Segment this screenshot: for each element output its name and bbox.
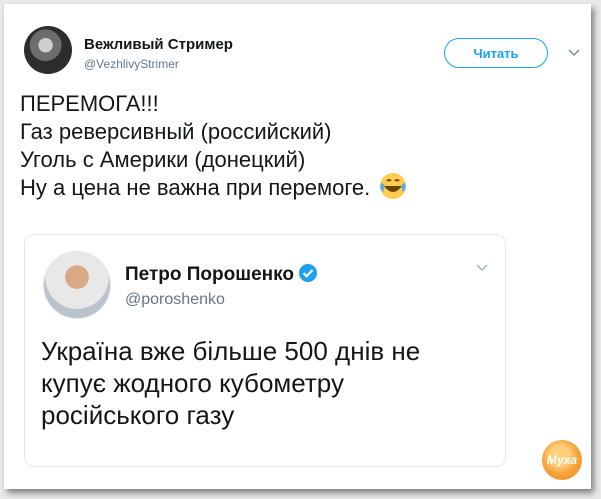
author-handle[interactable]: @VezhlivyStrimer [84,57,179,71]
chevron-down-icon[interactable] [473,259,491,277]
verified-badge-icon [298,263,318,289]
tweet-text: ПЕРЕМОГА!!! Газ реверсивный (российский)… [20,90,580,204]
tweet-line: Газ реверсивный (российский) [20,119,332,144]
quoted-author-avatar[interactable] [43,251,111,319]
author-name[interactable]: Вежливый Стример [84,36,233,53]
follow-button[interactable]: Читать [444,38,548,68]
tweet-line: Уголь с Америки (донецкий) [20,147,306,172]
tweet-header: Вежливый Стример @VezhlivyStrimer Читать [24,26,584,78]
quoted-tweet-line: Україна вже більше 500 днів не [41,336,421,366]
quoted-tweet-line: російського газу [41,400,235,430]
laughing-emoji-icon [378,171,408,201]
tweet-line-text: Ну а цена не важна при перемоге. [20,175,371,200]
watermark-logo: Муха [542,440,582,480]
quoted-tweet-line: купує жодного кубометру [41,368,344,398]
tweet-line: ПЕРЕМОГА!!! [20,91,159,116]
chevron-down-icon[interactable] [565,44,583,62]
quoted-author-handle[interactable]: @poroshenko [125,291,225,309]
tweet-line-last: Ну а цена не важна при перемоге. [20,171,580,204]
quoted-tweet[interactable]: Петро Порошенко @poroshenko Україна вже … [24,234,506,467]
quoted-tweet-text: Україна вже більше 500 днів не купує жод… [41,335,491,431]
author-avatar[interactable] [24,26,72,74]
quoted-author-name[interactable]: Петро Порошенко [125,263,318,289]
tweet-card: Вежливый Стример @VezhlivyStrimer Читать… [4,4,591,489]
